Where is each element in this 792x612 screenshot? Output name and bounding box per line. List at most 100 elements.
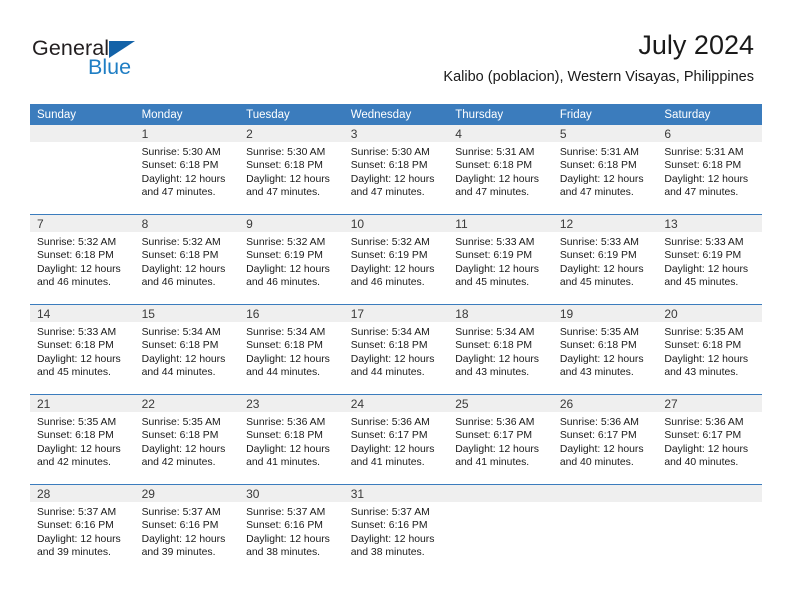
calendar-day-cell[interactable]: 5 Sunrise: 5:31 AM Sunset: 6:18 PM Daylight…: [552, 125, 658, 215]
day-detail-line: Sunrise: 5:36 AM: [559, 417, 639, 428]
calendar-day-cell[interactable]: 7 Sunrise: 5:32 AM Sunset: 6:18 PM Daylight…: [30, 214, 135, 305]
calendar-day-cell[interactable]: 6 Sunrise: 5:31 AM Sunset: 6:18 PM Daylight…: [657, 125, 762, 215]
calendar-day-cell[interactable]: 25 Sunrise: 5:36 AM Sunset: 6:17 PM Dayligh…: [448, 394, 553, 485]
day-detail-line: and 45 minutes.: [664, 277, 739, 289]
day-number: 25: [448, 395, 553, 412]
day-number: 16: [239, 305, 344, 322]
day-detail-line: and 45 minutes.: [455, 277, 530, 289]
day-number: 14: [30, 305, 135, 322]
day-detail-line: Sunset: 6:19 PM: [559, 250, 637, 262]
calendar-day-cell[interactable]: 12 Sunrise: 5:33 AM Sunset: 6:19 PM Dayligh…: [552, 214, 658, 305]
day-detail-line: Daylight: 12 hours: [664, 173, 749, 185]
calendar-day-cell[interactable]: 20 Sunrise: 5:35 AM Sunset: 6:18 PM Dayligh…: [657, 304, 762, 395]
day-number: 3: [343, 125, 449, 142]
calendar-day-cell[interactable]: 26 Sunrise: 5:36 AM Sunset: 6:17 PM Dayligh…: [552, 394, 658, 485]
day-detail-line: and 46 minutes.: [37, 277, 111, 289]
calendar-day-cell[interactable]: 21 Sunrise: 5:35 AM Sunset: 6:18 PM Dayligh…: [30, 394, 135, 485]
day-detail-line: Sunset: 6:18 PM: [350, 340, 428, 352]
calendar-day-cell[interactable]: 4 Sunrise: 5:31 AM Sunset: 6:18 PM Daylight…: [448, 125, 553, 215]
calendar-day-cell[interactable]: 23 Sunrise: 5:36 AM Sunset: 6:18 PM Dayligh…: [239, 394, 344, 485]
day-detail-line: Sunrise: 5:36 AM: [350, 417, 430, 428]
day-detail-line: Sunset: 6:16 PM: [37, 520, 114, 532]
calendar-day-cell[interactable]: 24 Sunrise: 5:36 AM Sunset: 6:17 PM Dayligh…: [343, 394, 449, 485]
page-header: General Blue July 2024 Kalibo (poblacion…: [0, 0, 792, 98]
day-detail-line: Sunrise: 5:32 AM: [141, 237, 221, 248]
calendar-day-cell[interactable]: 19 Sunrise: 5:35 AM Sunset: 6:18 PM Dayligh…: [552, 304, 658, 395]
day-number: 20: [657, 305, 762, 322]
day-details: Sunrise: 5:35 AM Sunset: 6:18 PM Daylight:…: [30, 412, 135, 470]
day-number: 31: [343, 485, 449, 502]
day-detail-line: Daylight: 12 hours: [141, 353, 226, 365]
calendar-day-cell[interactable]: 31 Sunrise: 5:37 AM Sunset: 6:16 PM Dayligh…: [343, 484, 449, 574]
day-detail-line: Daylight: 12 hours: [246, 263, 330, 275]
day-number: 23: [239, 395, 344, 412]
day-details: Sunrise: 5:30 AM Sunset: 6:18 PM Daylight:…: [344, 142, 449, 200]
day-detail-line: Sunrise: 5:31 AM: [559, 147, 639, 158]
day-number: [657, 485, 762, 502]
day-detail-line: Sunrise: 5:30 AM: [141, 147, 221, 158]
day-details: Sunrise: 5:35 AM Sunset: 6:18 PM Daylight:…: [135, 412, 240, 470]
calendar-day-cell[interactable]: 30 Sunrise: 5:37 AM Sunset: 6:16 PM Dayligh…: [239, 484, 344, 574]
day-detail-line: and 39 minutes.: [141, 547, 216, 559]
calendar-day-cell[interactable]: 16 Sunrise: 5:34 AM Sunset: 6:18 PM Dayligh…: [239, 304, 344, 395]
calendar-day-cell[interactable]: 2 Sunrise: 5:30 AM Sunset: 6:18 PM Daylight…: [239, 125, 344, 215]
day-detail-line: Sunset: 6:16 PM: [141, 520, 219, 532]
day-number: [448, 485, 553, 502]
calendar-day-cell[interactable]: 9 Sunrise: 5:32 AM Sunset: 6:19 PM Daylight…: [239, 214, 344, 305]
calendar-day-cell[interactable]: 28 Sunrise: 5:37 AM Sunset: 6:16 PM Dayligh…: [30, 484, 135, 574]
day-number: 18: [448, 305, 553, 322]
day-detail-line: Sunset: 6:19 PM: [664, 250, 742, 262]
day-details: Sunrise: 5:30 AM Sunset: 6:18 PM Daylight:…: [135, 142, 240, 200]
day-number: 24: [343, 395, 449, 412]
calendar-day-cell[interactable]: 18 Sunrise: 5:34 AM Sunset: 6:18 PM Dayligh…: [448, 304, 553, 395]
calendar-cell-empty: [552, 484, 658, 574]
calendar-table: Sunday Monday Tuesday Wednesday Thursday Frid…: [30, 104, 762, 574]
day-number: 12: [552, 215, 658, 232]
day-details: [30, 142, 135, 146]
calendar-day-cell[interactable]: 10 Sunrise: 5:32 AM Sunset: 6:19 PM Dayligh…: [343, 214, 449, 305]
day-detail-line: Sunset: 6:18 PM: [37, 430, 114, 442]
day-detail-line: Daylight: 12 hours: [559, 263, 644, 275]
calendar-body: 1 Sunrise: 5:30 AM Sunset: 6:18 PM Daylight…: [30, 125, 762, 574]
general-blue-logo[interactable]: General Blue: [32, 36, 212, 82]
day-detail-line: Sunrise: 5:32 AM: [37, 237, 117, 248]
day-detail-line: Sunset: 6:18 PM: [559, 160, 637, 172]
day-number: 21: [30, 395, 135, 412]
day-number: 19: [552, 305, 658, 322]
day-detail-line: Sunset: 6:19 PM: [455, 250, 533, 262]
day-detail-line: and 44 minutes.: [141, 367, 216, 379]
day-detail-line: Sunset: 6:18 PM: [141, 430, 219, 442]
day-detail-line: Daylight: 12 hours: [246, 173, 330, 185]
day-number: 7: [30, 215, 135, 232]
day-detail-line: Sunrise: 5:33 AM: [664, 237, 744, 248]
calendar-day-cell[interactable]: 27 Sunrise: 5:36 AM Sunset: 6:17 PM Dayligh…: [657, 394, 762, 485]
calendar-day-cell[interactable]: 13 Sunrise: 5:33 AM Sunset: 6:19 PM Dayligh…: [657, 214, 762, 305]
calendar-day-cell[interactable]: 15 Sunrise: 5:34 AM Sunset: 6:18 PM Dayligh…: [134, 304, 240, 395]
day-details: Sunrise: 5:36 AM Sunset: 6:17 PM Daylight:…: [448, 412, 553, 470]
day-detail-line: Sunrise: 5:36 AM: [664, 417, 744, 428]
calendar-day-cell[interactable]: 3 Sunrise: 5:30 AM Sunset: 6:18 PM Daylight…: [343, 125, 449, 215]
calendar-day-cell[interactable]: 1 Sunrise: 5:30 AM Sunset: 6:18 PM Daylight…: [134, 125, 240, 215]
calendar-day-cell[interactable]: 11 Sunrise: 5:33 AM Sunset: 6:19 PM Dayligh…: [448, 214, 553, 305]
weekday-header-sunday: Sunday: [30, 104, 135, 125]
day-details: [657, 502, 762, 506]
calendar-day-cell[interactable]: 17 Sunrise: 5:34 AM Sunset: 6:18 PM Dayligh…: [343, 304, 449, 395]
calendar-day-cell[interactable]: 22 Sunrise: 5:35 AM Sunset: 6:18 PM Dayligh…: [134, 394, 240, 485]
day-detail-line: Daylight: 12 hours: [141, 173, 226, 185]
day-detail-line: and 45 minutes.: [559, 277, 634, 289]
day-number: 17: [343, 305, 449, 322]
calendar-day-cell[interactable]: 14 Sunrise: 5:33 AM Sunset: 6:18 PM Dayligh…: [30, 304, 135, 395]
day-detail-line: Daylight: 12 hours: [37, 443, 121, 455]
day-detail-line: Daylight: 12 hours: [141, 263, 226, 275]
day-detail-line: Sunrise: 5:37 AM: [350, 507, 430, 518]
day-detail-line: Sunset: 6:18 PM: [141, 340, 219, 352]
day-details: Sunrise: 5:32 AM Sunset: 6:19 PM Daylight:…: [344, 232, 449, 290]
day-detail-line: Daylight: 12 hours: [455, 443, 539, 455]
calendar-day-cell[interactable]: 29 Sunrise: 5:37 AM Sunset: 6:16 PM Dayligh…: [134, 484, 240, 574]
day-detail-line: and 45 minutes.: [37, 367, 111, 379]
day-detail-line: Sunset: 6:18 PM: [246, 340, 323, 352]
day-number: 28: [30, 485, 135, 502]
day-detail-line: Sunrise: 5:34 AM: [455, 327, 535, 338]
day-details: Sunrise: 5:31 AM Sunset: 6:18 PM Daylight:…: [448, 142, 553, 200]
calendar-day-cell[interactable]: 8 Sunrise: 5:32 AM Sunset: 6:18 PM Daylight…: [134, 214, 240, 305]
